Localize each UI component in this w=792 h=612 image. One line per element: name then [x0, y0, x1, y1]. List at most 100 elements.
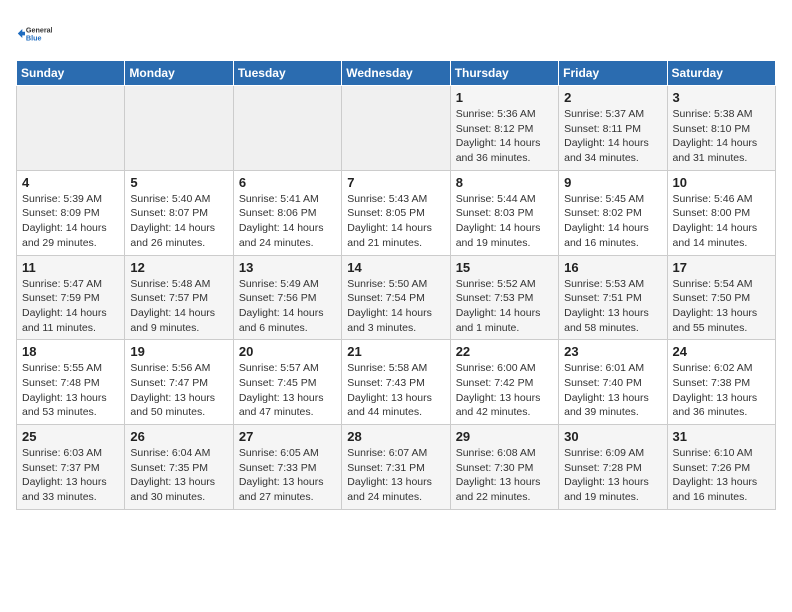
calendar-cell [17, 86, 125, 171]
day-number: 30 [564, 429, 661, 444]
day-info: Sunrise: 5:39 AMSunset: 8:09 PMDaylight:… [22, 192, 119, 251]
calendar-cell: 11 Sunrise: 5:47 AMSunset: 7:59 PMDayligh… [17, 255, 125, 340]
calendar-cell: 30 Sunrise: 6:09 AMSunset: 7:28 PMDayligh… [559, 425, 667, 510]
day-info: Sunrise: 6:00 AMSunset: 7:42 PMDaylight:… [456, 361, 553, 420]
day-number: 24 [673, 344, 770, 359]
day-number: 12 [130, 260, 227, 275]
logo-icon: GeneralBlue [16, 16, 52, 52]
day-info: Sunrise: 5:37 AMSunset: 8:11 PMDaylight:… [564, 107, 661, 166]
day-number: 26 [130, 429, 227, 444]
day-info: Sunrise: 5:53 AMSunset: 7:51 PMDaylight:… [564, 277, 661, 336]
day-info: Sunrise: 5:47 AMSunset: 7:59 PMDaylight:… [22, 277, 119, 336]
day-number: 3 [673, 90, 770, 105]
calendar-cell: 10Sunrise: 5:46 AMSunset: 8:00 PMDayligh… [667, 170, 775, 255]
calendar-week-2: 4 Sunrise: 5:39 AMSunset: 8:09 PMDaylight… [17, 170, 776, 255]
day-number: 21 [347, 344, 444, 359]
day-info: Sunrise: 6:03 AMSunset: 7:37 PMDaylight:… [22, 446, 119, 505]
weekday-header-thursday: Thursday [450, 61, 558, 86]
day-info: Sunrise: 5:38 AMSunset: 8:10 PMDaylight:… [673, 107, 770, 166]
day-number: 9 [564, 175, 661, 190]
day-info: Sunrise: 6:09 AMSunset: 7:28 PMDaylight:… [564, 446, 661, 505]
day-number: 19 [130, 344, 227, 359]
day-number: 13 [239, 260, 336, 275]
day-info: Sunrise: 5:41 AMSunset: 8:06 PMDaylight:… [239, 192, 336, 251]
day-number: 31 [673, 429, 770, 444]
weekday-row: SundayMondayTuesdayWednesdayThursdayFrid… [17, 61, 776, 86]
day-number: 1 [456, 90, 553, 105]
day-info: Sunrise: 5:36 AMSunset: 8:12 PMDaylight:… [456, 107, 553, 166]
day-info: Sunrise: 5:48 AMSunset: 7:57 PMDaylight:… [130, 277, 227, 336]
weekday-header-saturday: Saturday [667, 61, 775, 86]
day-number: 16 [564, 260, 661, 275]
calendar-cell: 8 Sunrise: 5:44 AMSunset: 8:03 PMDaylight… [450, 170, 558, 255]
calendar-cell: 26 Sunrise: 6:04 AMSunset: 7:35 PMDayligh… [125, 425, 233, 510]
weekday-header-monday: Monday [125, 61, 233, 86]
day-number: 7 [347, 175, 444, 190]
day-info: Sunrise: 5:58 AMSunset: 7:43 PMDaylight:… [347, 361, 444, 420]
day-info: Sunrise: 6:08 AMSunset: 7:30 PMDaylight:… [456, 446, 553, 505]
day-info: Sunrise: 6:01 AMSunset: 7:40 PMDaylight:… [564, 361, 661, 420]
day-number: 8 [456, 175, 553, 190]
calendar-cell [125, 86, 233, 171]
calendar-cell: 21 Sunrise: 5:58 AMSunset: 7:43 PMDayligh… [342, 340, 450, 425]
calendar-cell: 16 Sunrise: 5:53 AMSunset: 7:51 PMDayligh… [559, 255, 667, 340]
calendar-cell: 23 Sunrise: 6:01 AMSunset: 7:40 PMDayligh… [559, 340, 667, 425]
day-info: Sunrise: 5:45 AMSunset: 8:02 PMDaylight:… [564, 192, 661, 251]
calendar-cell: 1 Sunrise: 5:36 AMSunset: 8:12 PMDaylight… [450, 86, 558, 171]
calendar-cell: 25 Sunrise: 6:03 AMSunset: 7:37 PMDayligh… [17, 425, 125, 510]
day-number: 5 [130, 175, 227, 190]
day-info: Sunrise: 5:52 AMSunset: 7:53 PMDaylight:… [456, 277, 553, 336]
day-number: 20 [239, 344, 336, 359]
calendar-cell: 7 Sunrise: 5:43 AMSunset: 8:05 PMDaylight… [342, 170, 450, 255]
day-info: Sunrise: 5:43 AMSunset: 8:05 PMDaylight:… [347, 192, 444, 251]
calendar-cell: 27Sunrise: 6:05 AMSunset: 7:33 PMDayligh… [233, 425, 341, 510]
day-number: 4 [22, 175, 119, 190]
weekday-header-friday: Friday [559, 61, 667, 86]
day-number: 14 [347, 260, 444, 275]
calendar-cell: 17Sunrise: 5:54 AMSunset: 7:50 PMDayligh… [667, 255, 775, 340]
day-number: 25 [22, 429, 119, 444]
calendar-cell: 13 Sunrise: 5:49 AMSunset: 7:56 PMDayligh… [233, 255, 341, 340]
calendar-cell: 15Sunrise: 5:52 AMSunset: 7:53 PMDayligh… [450, 255, 558, 340]
day-info: Sunrise: 6:02 AMSunset: 7:38 PMDaylight:… [673, 361, 770, 420]
day-number: 17 [673, 260, 770, 275]
calendar-cell: 28Sunrise: 6:07 AMSunset: 7:31 PMDayligh… [342, 425, 450, 510]
day-info: Sunrise: 5:56 AMSunset: 7:47 PMDaylight:… [130, 361, 227, 420]
calendar-cell: 6 Sunrise: 5:41 AMSunset: 8:06 PMDaylight… [233, 170, 341, 255]
day-info: Sunrise: 5:55 AMSunset: 7:48 PMDaylight:… [22, 361, 119, 420]
calendar-header: SundayMondayTuesdayWednesdayThursdayFrid… [17, 61, 776, 86]
day-number: 18 [22, 344, 119, 359]
svg-text:Blue: Blue [26, 34, 42, 43]
day-info: Sunrise: 5:44 AMSunset: 8:03 PMDaylight:… [456, 192, 553, 251]
calendar-cell: 3 Sunrise: 5:38 AMSunset: 8:10 PMDaylight… [667, 86, 775, 171]
calendar-week-5: 25 Sunrise: 6:03 AMSunset: 7:37 PMDayligh… [17, 425, 776, 510]
day-number: 22 [456, 344, 553, 359]
calendar-cell [342, 86, 450, 171]
calendar-table: SundayMondayTuesdayWednesdayThursdayFrid… [16, 60, 776, 510]
calendar-cell: 20 Sunrise: 5:57 AMSunset: 7:45 PMDayligh… [233, 340, 341, 425]
day-info: Sunrise: 6:10 AMSunset: 7:26 PMDaylight:… [673, 446, 770, 505]
day-info: Sunrise: 6:04 AMSunset: 7:35 PMDaylight:… [130, 446, 227, 505]
calendar-cell [233, 86, 341, 171]
day-number: 11 [22, 260, 119, 275]
day-info: Sunrise: 5:57 AMSunset: 7:45 PMDaylight:… [239, 361, 336, 420]
weekday-header-sunday: Sunday [17, 61, 125, 86]
day-number: 23 [564, 344, 661, 359]
day-number: 27 [239, 429, 336, 444]
day-number: 29 [456, 429, 553, 444]
calendar-cell: 4 Sunrise: 5:39 AMSunset: 8:09 PMDaylight… [17, 170, 125, 255]
day-number: 6 [239, 175, 336, 190]
day-info: Sunrise: 5:49 AMSunset: 7:56 PMDaylight:… [239, 277, 336, 336]
logo: GeneralBlue [16, 16, 56, 52]
calendar-cell: 22 Sunrise: 6:00 AMSunset: 7:42 PMDayligh… [450, 340, 558, 425]
calendar-cell: 29 Sunrise: 6:08 AMSunset: 7:30 PMDayligh… [450, 425, 558, 510]
calendar-cell: 18 Sunrise: 5:55 AMSunset: 7:48 PMDayligh… [17, 340, 125, 425]
calendar-cell: 9 Sunrise: 5:45 AMSunset: 8:02 PMDaylight… [559, 170, 667, 255]
day-info: Sunrise: 5:46 AMSunset: 8:00 PMDaylight:… [673, 192, 770, 251]
page-header: GeneralBlue [16, 16, 776, 52]
day-info: Sunrise: 5:40 AMSunset: 8:07 PMDaylight:… [130, 192, 227, 251]
calendar-week-1: 1 Sunrise: 5:36 AMSunset: 8:12 PMDaylight… [17, 86, 776, 171]
calendar-body: 1 Sunrise: 5:36 AMSunset: 8:12 PMDaylight… [17, 86, 776, 510]
calendar-cell: 2Sunrise: 5:37 AMSunset: 8:11 PMDaylight… [559, 86, 667, 171]
day-info: Sunrise: 5:50 AMSunset: 7:54 PMDaylight:… [347, 277, 444, 336]
